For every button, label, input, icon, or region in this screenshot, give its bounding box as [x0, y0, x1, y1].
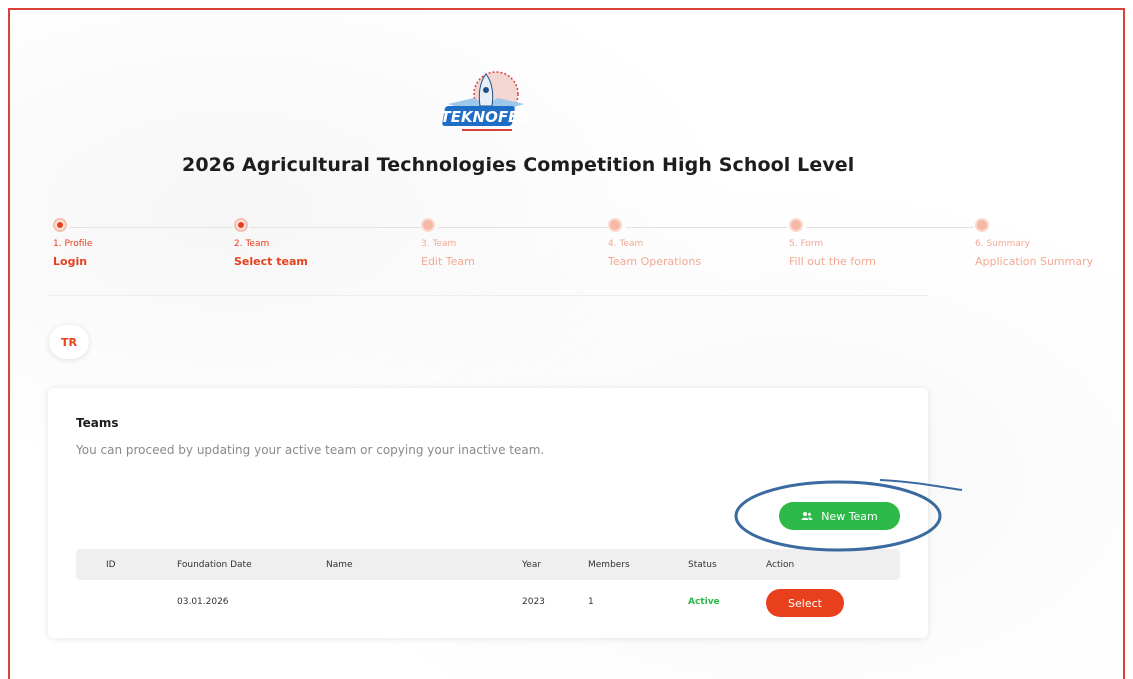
column-header-year: Year	[522, 560, 542, 570]
step-number-label: 6. Summary	[975, 239, 1030, 249]
step-name-label: Fill out the form	[789, 255, 876, 268]
step-indicator	[608, 218, 622, 232]
teams-title: Teams	[76, 416, 119, 430]
step-form[interactable]: 5. Form Fill out the form	[789, 218, 876, 268]
teams-card: Teams You can proceed by updating your a…	[48, 388, 928, 638]
cell-foundation-date: 03.01.2026	[177, 597, 229, 607]
users-icon	[801, 512, 813, 520]
step-number-label: 3. Team	[421, 239, 457, 249]
step-name-label: Team Operations	[608, 255, 702, 268]
step-indicator	[234, 218, 248, 232]
status-badge: Active	[688, 597, 720, 607]
step-indicator	[53, 218, 67, 232]
page-title: 2026 Agricultural Technologies Competiti…	[182, 154, 855, 176]
column-header-action: Action	[766, 560, 795, 570]
teknofest-logo: TEKNOFEST	[441, 71, 534, 131]
select-team-button[interactable]: Select	[766, 589, 844, 617]
teams-subtitle: You can proceed by updating your active …	[76, 443, 545, 457]
step-team-select[interactable]: 2. Team Select team	[234, 218, 308, 268]
table-header: ID Foundation Date Name Year Members Sta…	[76, 549, 900, 580]
new-team-button[interactable]: New Team	[779, 502, 900, 530]
logo-text: TEKNOFEST	[441, 108, 534, 126]
step-name-label: Login	[53, 255, 88, 268]
step-name-label: Select team	[234, 255, 308, 268]
stepper-divider	[48, 295, 928, 296]
stepper-connector	[70, 227, 232, 228]
step-team-operations[interactable]: 4. Team Team Operations	[608, 218, 701, 268]
column-header-foundation-date: Foundation Date	[177, 560, 252, 570]
cell-year: 2023	[522, 597, 545, 607]
column-header-members: Members	[588, 560, 630, 570]
new-team-label: New Team	[821, 509, 878, 523]
step-indicator	[421, 218, 435, 232]
table-row: 03.01.2026 2023 1 Active Select	[76, 580, 900, 620]
step-number-label: 5. Form	[789, 239, 824, 249]
cell-members: 1	[588, 597, 594, 607]
step-summary[interactable]: 6. Summary Application Summary	[975, 218, 1093, 268]
step-team-edit[interactable]: 3. Team Edit Team	[421, 218, 475, 268]
language-toggle-button[interactable]: TR	[49, 325, 89, 359]
step-name-label: Application Summary	[975, 255, 1094, 268]
column-header-id: ID	[106, 560, 116, 570]
step-indicator	[975, 218, 989, 232]
step-profile[interactable]: 1. Profile Login	[53, 218, 92, 268]
step-number-label: 1. Profile	[53, 239, 93, 249]
column-header-status: Status	[688, 560, 717, 570]
step-number-label: 2. Team	[234, 239, 270, 249]
step-name-label: Edit Team	[421, 255, 475, 268]
step-number-label: 4. Team	[608, 239, 644, 249]
column-header-name: Name	[326, 560, 353, 570]
step-indicator	[789, 218, 803, 232]
